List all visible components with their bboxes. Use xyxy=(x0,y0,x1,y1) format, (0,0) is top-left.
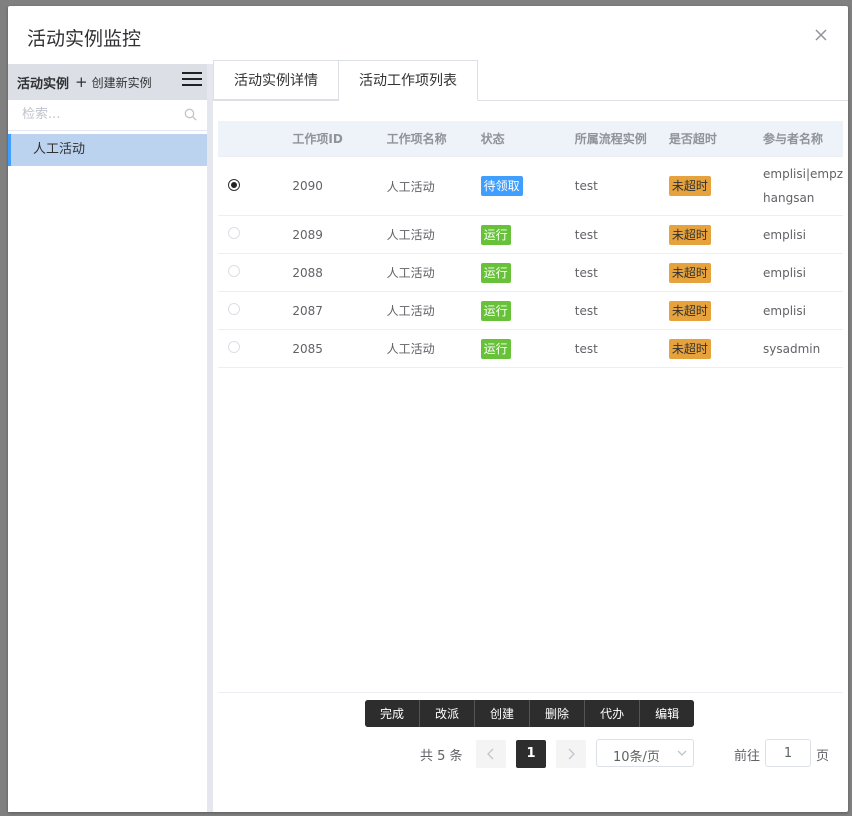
cell-id: 2090 xyxy=(282,156,377,216)
search-input[interactable] xyxy=(8,100,182,128)
timeout-badge: 未超时 xyxy=(668,338,711,359)
main-panel: 活动实例详情 活动工作项列表 工作项ID 工作项名称 状态 所属流程实例 是否超… xyxy=(213,60,848,812)
page-size-select[interactable]: 10条/页 xyxy=(596,739,694,767)
prev-page-button[interactable] xyxy=(476,740,506,768)
cell-id: 2087 xyxy=(282,291,377,330)
table-row[interactable]: 2090 人工活动 待领取 test 未超时 emplisi|empz hang… xyxy=(218,156,843,216)
menu-icon[interactable] xyxy=(182,72,202,88)
chevron-down-icon xyxy=(677,750,687,756)
status-badge: 运行 xyxy=(480,262,511,283)
sidebar-search xyxy=(8,100,207,131)
table-row[interactable]: 2089 人工活动 运行 test 未超时 emplisi xyxy=(218,215,843,254)
close-icon[interactable] xyxy=(810,24,832,46)
table-header-row: 工作项ID 工作项名称 状态 所属流程实例 是否超时 参与者名称 xyxy=(218,121,843,157)
cell-name: 人工活动 xyxy=(376,253,471,292)
cell-instance: test xyxy=(564,253,659,292)
delegate-button[interactable]: 代办 xyxy=(585,700,641,727)
sidebar-header: 活动实例 + 创建新实例 xyxy=(8,64,207,100)
cell-instance: test xyxy=(564,291,659,330)
instance-sidebar: 活动实例 + 创建新实例 人工活动 xyxy=(8,64,213,812)
reassign-button[interactable]: 改派 xyxy=(420,700,476,727)
timeout-badge: 未超时 xyxy=(668,262,711,283)
header-instance: 所属流程实例 xyxy=(564,121,659,157)
cell-participant: sysadmin xyxy=(753,329,843,368)
cell-name: 人工活动 xyxy=(376,156,471,216)
dialog-header: 活动实例监控 xyxy=(8,6,848,64)
next-page-button[interactable] xyxy=(556,740,586,768)
action-toolbar: 完成 改派 创建 删除 代办 编辑 xyxy=(365,700,695,727)
workitem-table: 工作项ID 工作项名称 状态 所属流程实例 是否超时 参与者名称 2090 人工… xyxy=(218,121,843,368)
cell-name: 人工活动 xyxy=(376,291,471,330)
create-instance-button[interactable]: + 创建新实例 xyxy=(75,73,152,91)
chevron-left-icon xyxy=(487,748,494,760)
status-badge: 运行 xyxy=(480,300,511,321)
cell-name: 人工活动 xyxy=(376,215,471,254)
status-badge: 运行 xyxy=(480,338,511,359)
header-select xyxy=(218,121,283,157)
cell-participant: emplisi xyxy=(753,291,843,330)
timeout-badge: 未超时 xyxy=(668,224,711,245)
dialog-title: 活动实例监控 xyxy=(27,28,142,50)
sidebar-title: 活动实例 xyxy=(17,76,70,92)
complete-button[interactable]: 完成 xyxy=(365,700,421,727)
table-row[interactable]: 2087 人工活动 运行 test 未超时 emplisi xyxy=(218,291,843,330)
create-button[interactable]: 创建 xyxy=(475,700,531,727)
cell-participant: emplisi|empz hangsan xyxy=(753,156,843,216)
tab-workitem-list[interactable]: 活动工作项列表 xyxy=(339,60,478,101)
row-radio[interactable] xyxy=(228,178,240,191)
row-radio[interactable] xyxy=(228,265,240,277)
row-radio[interactable] xyxy=(228,227,240,239)
status-badge: 运行 xyxy=(480,224,511,245)
cell-instance: test xyxy=(564,215,659,254)
cell-id: 2089 xyxy=(282,215,377,254)
timeout-badge: 未超时 xyxy=(668,300,711,321)
pagination: 共 5 条 1 10条/页 前往 页 xyxy=(213,739,848,769)
cell-participant: emplisi xyxy=(753,215,843,254)
row-radio[interactable] xyxy=(228,303,240,315)
create-instance-label: 创建新实例 xyxy=(91,75,152,90)
cell-id: 2085 xyxy=(282,329,377,368)
page-unit-label: 页 xyxy=(816,749,830,764)
chevron-right-icon xyxy=(568,748,575,760)
tab-bar: 活动实例详情 活动工作项列表 xyxy=(213,60,478,102)
timeout-badge: 未超时 xyxy=(668,176,711,196)
delete-button[interactable]: 删除 xyxy=(530,700,586,727)
header-participant: 参与者名称 xyxy=(753,121,843,157)
total-count: 共 5 条 xyxy=(420,749,463,764)
edit-button[interactable]: 编辑 xyxy=(640,700,695,727)
header-status: 状态 xyxy=(470,121,565,157)
monitor-dialog: 活动实例监控 活动实例 + 创建新实例 人工活动 活动实例详情 活动工作项列表 xyxy=(8,6,848,812)
footer-divider xyxy=(218,692,843,693)
cell-instance: test xyxy=(564,156,659,216)
cell-participant: emplisi xyxy=(753,253,843,292)
status-badge: 待领取 xyxy=(480,176,523,196)
participant-line: hangsan xyxy=(763,191,815,205)
table-row[interactable]: 2085 人工活动 运行 test 未超时 sysadmin xyxy=(218,329,843,368)
sidebar-item-manual-activity[interactable]: 人工活动 xyxy=(8,134,207,166)
search-icon[interactable] xyxy=(184,108,197,121)
tab-instance-details[interactable]: 活动实例详情 xyxy=(213,60,339,100)
table-row[interactable]: 2088 人工活动 运行 test 未超时 emplisi xyxy=(218,253,843,292)
current-page[interactable]: 1 xyxy=(516,740,546,768)
header-id: 工作项ID xyxy=(282,121,377,157)
header-name: 工作项名称 xyxy=(376,121,471,157)
cell-name: 人工活动 xyxy=(376,329,471,368)
participant-line: emplisi|empz xyxy=(763,167,843,181)
goto-label: 前往 xyxy=(734,749,761,764)
plus-icon: + xyxy=(75,73,88,91)
header-timeout: 是否超时 xyxy=(658,121,754,157)
page-size-value: 10条/页 xyxy=(613,750,660,765)
goto-page-input[interactable] xyxy=(765,739,811,767)
row-radio[interactable] xyxy=(228,341,240,353)
cell-instance: test xyxy=(564,329,659,368)
cell-id: 2088 xyxy=(282,253,377,292)
